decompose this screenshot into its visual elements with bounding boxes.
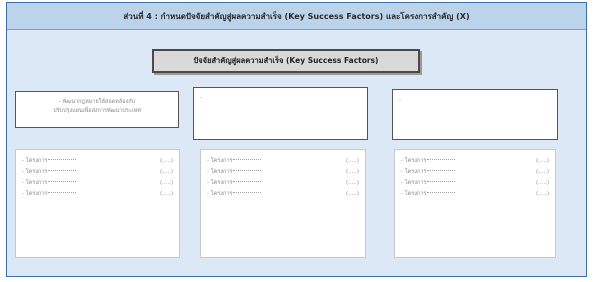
project-tag: (.....) [345,158,359,164]
section-4-panel: ส่วนที่ 4 : กำหนดปัจจัยสำคัญสู่ผลความสำเ… [6,2,587,277]
project-name: - โครงการ [401,180,427,186]
project-tag: (.....) [345,180,359,186]
project-name: - โครงการ [401,158,427,164]
factor-box-3: - [392,89,558,140]
factor-2-line-1: - [200,95,202,101]
project-name: - โครงการ [401,169,427,175]
project-tag: (.....) [535,158,549,164]
ksf-heading: ปัจจัยสำคัญสู่ผลความสำเร็จ (Key Success … [193,56,379,65]
project-name: - โครงการ [22,169,48,175]
project-box-3: - โครงการ (.....) - โครงการ (.....) - โครง… [394,149,556,258]
project-row: - โครงการ (.....) [401,156,549,167]
factor-1-line-2: ปรับปรุงแผนเพื่อส่งการพัฒนาประเทศ [53,108,141,114]
project-tag: (.....) [535,180,549,186]
project-name: - โครงการ [207,180,233,186]
project-name: - โครงการ [207,169,233,175]
project-row: - โครงการ (.....) [401,178,549,189]
project-row: - โครงการ (.....) [22,167,173,178]
factor-box-1: - พัฒนากฎหมายให้สอดคล้องกับ ปรับปรุงแผนเ… [15,91,179,128]
project-name: - โครงการ [401,191,427,197]
project-row: - โครงการ (.....) [207,189,359,200]
project-name: - โครงการ [22,158,48,164]
project-box-2: - โครงการ (.....) - โครงการ (.....) - โครง… [200,149,366,258]
project-tag: (.....) [159,169,173,175]
factor-box-2: - [193,87,368,140]
section-header: ส่วนที่ 4 : กำหนดปัจจัยสำคัญสู่ผลความสำเ… [7,3,586,30]
project-row: - โครงการ (.....) [207,156,359,167]
project-row: - โครงการ (.....) [22,156,173,167]
project-tag: (.....) [159,158,173,164]
factor-3-line-1: - [399,97,401,103]
project-tag: (.....) [535,169,549,175]
project-row: - โครงการ (.....) [207,178,359,189]
project-row: - โครงการ (.....) [22,189,173,200]
project-name: - โครงการ [22,180,48,186]
project-tag: (.....) [345,191,359,197]
project-tag: (.....) [159,191,173,197]
project-box-1: - โครงการ (.....) - โครงการ (.....) - โครง… [15,149,180,258]
project-name: - โครงการ [207,191,233,197]
project-tag: (.....) [159,180,173,186]
project-row: - โครงการ (.....) [22,178,173,189]
project-row: - โครงการ (.....) [401,189,549,200]
section-title: ส่วนที่ 4 : กำหนดปัจจัยสำคัญสู่ผลความสำเ… [123,11,470,21]
project-row: - โครงการ (.....) [401,167,549,178]
project-name: - โครงการ [207,158,233,164]
project-tag: (.....) [345,169,359,175]
factor-1-line-1: - พัฒนากฎหมายให้สอดคล้องกับ [58,99,136,105]
project-row: - โครงการ (.....) [207,167,359,178]
project-name: - โครงการ [22,191,48,197]
project-tag: (.....) [535,191,549,197]
ksf-heading-box: ปัจจัยสำคัญสู่ผลความสำเร็จ (Key Success … [152,49,420,73]
